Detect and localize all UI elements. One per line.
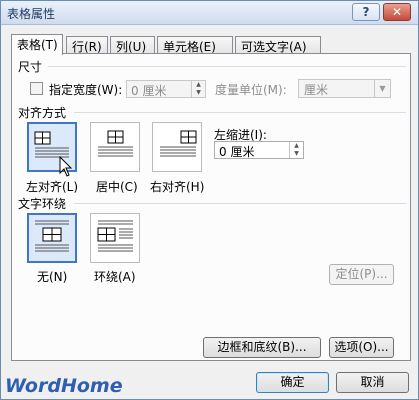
align-right-option[interactable] (152, 122, 202, 172)
options-button[interactable]: 选项(O)... (329, 337, 394, 358)
spinner-arrows[interactable]: ▲ ▼ (191, 81, 205, 97)
alignment-divider (74, 112, 406, 113)
measure-in-select[interactable]: 厘米 ▼ (298, 79, 391, 98)
align-right-icon (160, 130, 197, 157)
wrapping-divider (74, 203, 406, 204)
help-button[interactable]: ? (352, 3, 380, 21)
title-bar: 表格属性 ? ✕ (1, 1, 418, 25)
spinner-arrows[interactable]: ▲ ▼ (289, 142, 303, 158)
wrap-around-icon (97, 220, 133, 252)
indent-left-value: 0 厘米 (219, 145, 255, 159)
close-button[interactable]: ✕ (383, 3, 411, 21)
wordhome-watermark: WordHome (5, 375, 123, 397)
wrap-none-option[interactable] (27, 213, 77, 263)
cancel-button[interactable]: 取消 (336, 372, 409, 393)
borders-shading-button[interactable]: 边框和底纹(B)... (203, 337, 321, 358)
preferred-width-label: 指定宽度(W): (49, 83, 123, 97)
wrap-none-icon (35, 220, 69, 252)
tab-panel-table: 尺寸 指定宽度(W): 0 厘米 ▲▼ 度量单位(M): 厘米 ▼ 对齐方式 (11, 53, 411, 361)
mouse-pointer-icon (59, 156, 73, 177)
size-divider (48, 66, 406, 67)
measure-in-value: 厘米 (304, 83, 329, 97)
alignment-heading: 对齐方式 (18, 106, 67, 120)
align-center-icon (98, 130, 133, 157)
tab-alt-text[interactable]: 可选文字(A) (235, 36, 321, 54)
align-center-label: 居中(C) (96, 180, 138, 194)
text-wrapping-heading: 文字环绕 (18, 197, 67, 211)
preferred-width-spinner[interactable]: 0 厘米 ▲ ▼ (126, 80, 206, 98)
ok-button[interactable]: 确定 (256, 372, 329, 393)
chevron-down-icon: ▼ (374, 80, 390, 97)
wrap-around-label: 环绕(A) (94, 270, 136, 284)
align-right-label: 右对齐(H) (150, 180, 205, 194)
size-heading: 尺寸 (18, 60, 43, 74)
positioning-button[interactable]: 定位(P)... (329, 264, 394, 285)
measure-in-label: 度量单位(M): (215, 83, 287, 97)
indent-left-spinner[interactable]: 0 厘米 ▲ ▼ (214, 141, 304, 159)
align-center-option[interactable] (90, 122, 140, 172)
wrap-around-option[interactable] (90, 213, 140, 263)
tab-cell[interactable]: 单元格(E) (157, 36, 233, 54)
preferred-width-value: 0 厘米 (131, 84, 167, 98)
wrap-none-label: 无(N) (37, 270, 68, 284)
dialog-title: 表格属性 (7, 7, 56, 21)
tab-row[interactable]: 行(R) (66, 36, 108, 54)
tab-table[interactable]: 表格(T) (11, 34, 63, 55)
table-properties-dialog: 表格属性 ? ✕ 表格(T) 行(R) 列(U) 单元格(E) 可选文字(A) … (0, 0, 419, 400)
align-left-label: 左对齐(L) (26, 180, 79, 194)
preferred-width-checkbox[interactable] (30, 82, 43, 95)
tab-column[interactable]: 列(U) (110, 36, 155, 54)
